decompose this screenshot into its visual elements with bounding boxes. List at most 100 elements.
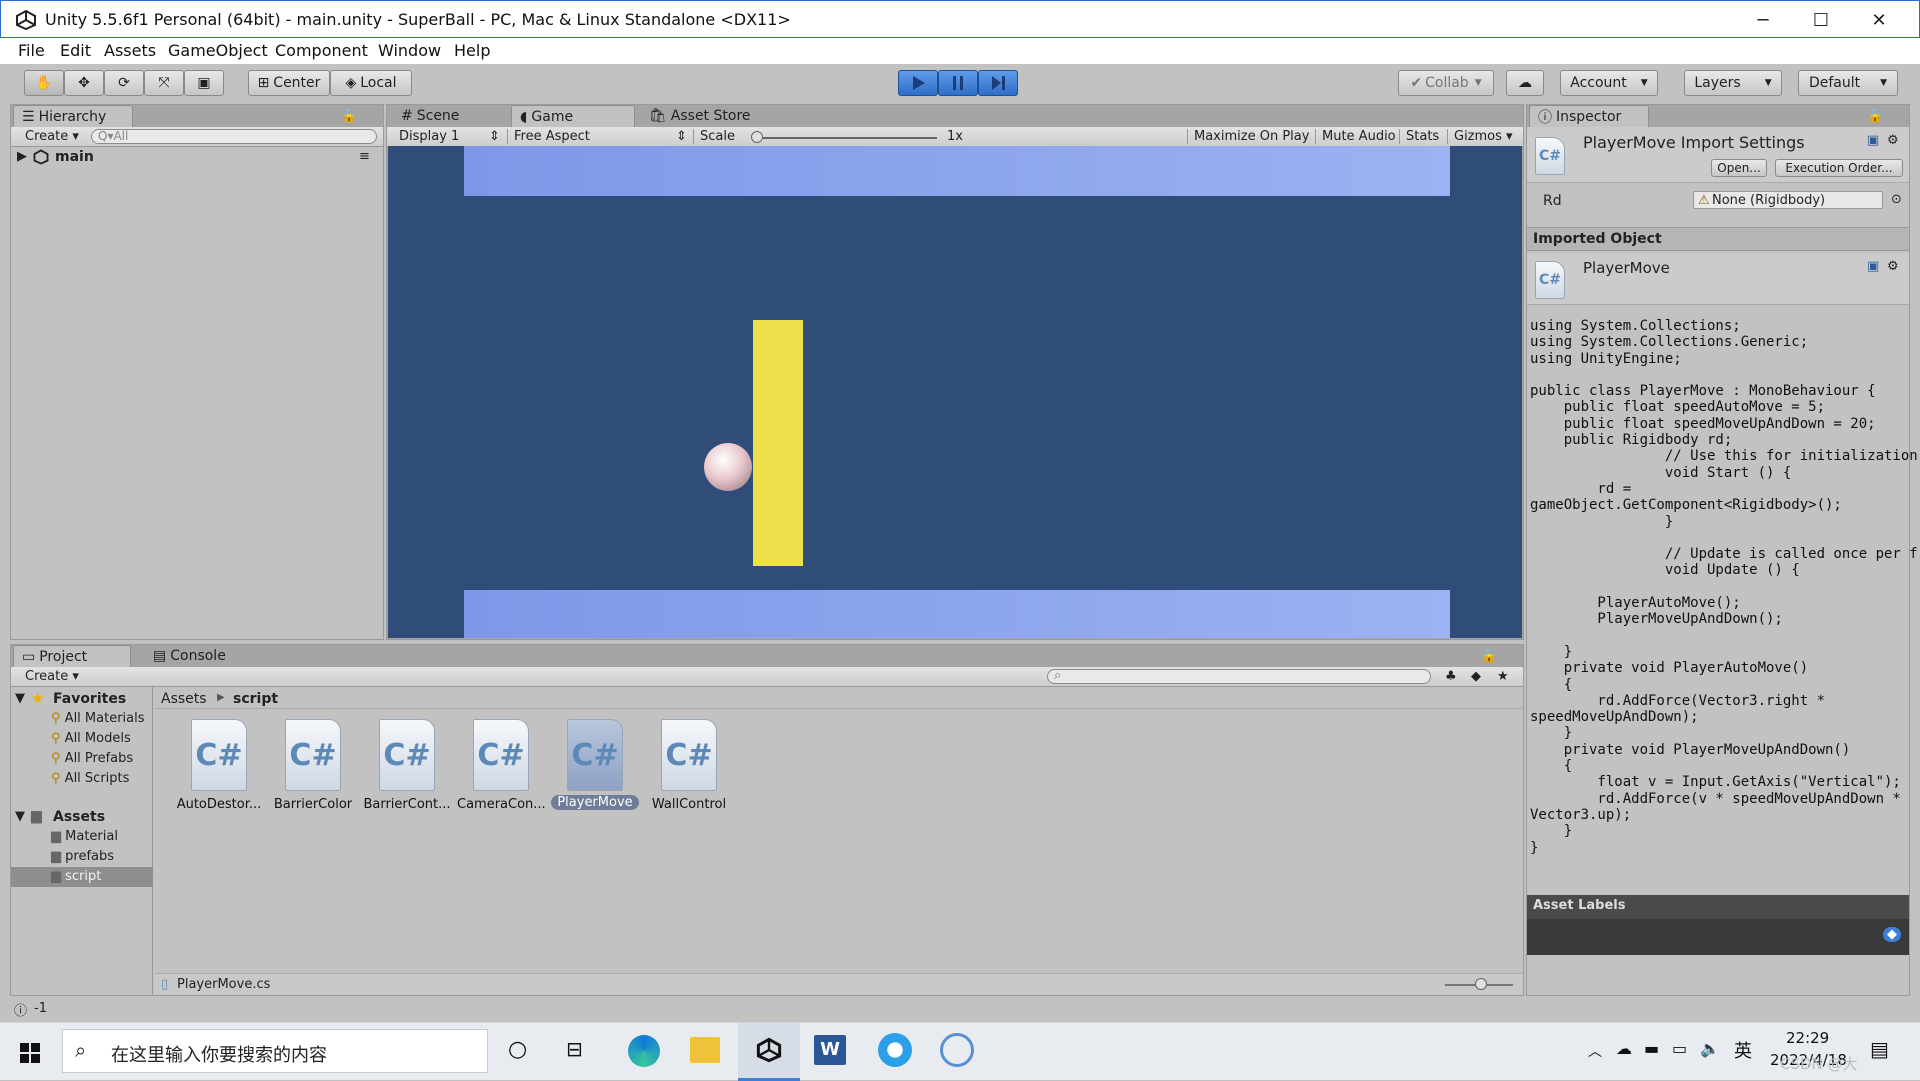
lock-icon[interactable]: 🔒 [341, 109, 357, 124]
expand-arrow-icon[interactable]: ▶ [17, 149, 27, 164]
task-view-icon[interactable]: ⊟ [566, 1037, 583, 1061]
menu-edit[interactable]: Edit [60, 41, 91, 60]
file-cameracontrol[interactable]: C# CameraCon... [457, 719, 545, 815]
file-autodestroy[interactable]: C# AutoDestor... [175, 719, 263, 815]
tray-chevron-up-icon[interactable]: ︿ [1588, 1041, 1602, 1061]
network-icon[interactable]: ▭ [1672, 1039, 1687, 1058]
windows-start-icon[interactable] [20, 1043, 40, 1063]
battery-icon[interactable]: ▬ [1644, 1039, 1659, 1058]
favorite-all-prefabs[interactable]: ⚲ All Prefabs [51, 751, 133, 766]
breadcrumb-root[interactable]: Assets [161, 691, 207, 707]
stats-toggle[interactable]: Stats [1399, 129, 1439, 144]
folder-prefabs[interactable]: ▆ prefabs [51, 849, 114, 864]
close-button[interactable]: ✕ [1850, 1, 1908, 39]
help-book-icon[interactable]: ▣ [1867, 259, 1879, 274]
search-icon: ⌕ [75, 1038, 87, 1062]
scale-tool-icon[interactable]: ⤧ [144, 70, 184, 96]
tab-asset-store[interactable]: 🛍 Asset Store [641, 105, 771, 127]
expand-arrow-icon[interactable]: ▼ [15, 809, 25, 824]
ime-indicator[interactable]: 英 [1734, 1037, 1752, 1063]
layers-dropdown[interactable]: Layers ▼ [1684, 70, 1782, 96]
lock-icon[interactable]: 🔒 [1867, 109, 1883, 124]
minimize-button[interactable]: ─ [1734, 1, 1792, 39]
volume-icon[interactable]: 🔈 [1700, 1039, 1720, 1058]
tab-scene[interactable]: # Scene [393, 105, 493, 127]
hierarchy-scene-row[interactable]: ▶ main ≡ [11, 147, 383, 167]
menu-file[interactable]: File [18, 41, 45, 60]
account-dropdown[interactable]: Account ▼ [1560, 70, 1658, 96]
tag-icon[interactable]: ◆ [1883, 927, 1901, 942]
favorite-all-models[interactable]: ⚲ All Models [51, 731, 131, 746]
clock-time[interactable]: 22:29 [1786, 1029, 1829, 1047]
filter-type-icon[interactable]: ♣ [1445, 669, 1457, 684]
game-viewport[interactable] [388, 146, 1522, 638]
tab-project[interactable]: ▭ Project [13, 645, 131, 667]
file-barriercontrol[interactable]: C# BarrierCont... [363, 719, 451, 815]
filter-label-icon[interactable]: ◆ [1471, 669, 1481, 684]
favorite-all-materials[interactable]: ⚲ All Materials [51, 711, 145, 726]
taskbar-unity-app[interactable] [738, 1023, 800, 1081]
menu-gameobject[interactable]: GameObject [168, 41, 268, 60]
layout-dropdown[interactable]: Default ▼ [1798, 70, 1898, 96]
rect-tool-icon[interactable]: ▣ [184, 70, 224, 96]
word-app-icon[interactable]: W [814, 1035, 846, 1065]
tab-hierarchy[interactable]: ☰ Hierarchy [13, 105, 133, 127]
project-search-input[interactable]: ⌕ [1047, 668, 1431, 684]
tab-console[interactable]: ▤ Console [145, 645, 245, 667]
scene-menu-icon[interactable]: ≡ [359, 149, 370, 164]
hand-tool-icon[interactable]: ✋ [24, 70, 64, 96]
gizmos-dropdown[interactable]: Gizmos ▾ [1447, 129, 1513, 144]
edge-browser-icon[interactable] [628, 1035, 660, 1067]
execution-order-button[interactable]: Execution Order... [1775, 159, 1903, 177]
collab-dropdown[interactable]: ✔ Collab ▼ [1398, 70, 1494, 96]
cortana-icon[interactable]: ○ [508, 1037, 527, 1062]
maximize-on-play-toggle[interactable]: Maximize On Play [1187, 129, 1309, 144]
favorite-star-icon[interactable]: ★ [1497, 669, 1509, 684]
folder-script[interactable]: ▆ script [51, 869, 101, 884]
object-picker-icon[interactable]: ⊙ [1891, 192, 1902, 207]
rd-object-field[interactable]: ⚠ None (Rigidbody) [1693, 191, 1883, 209]
pivot-center-button[interactable]: ⊞ Center [248, 70, 330, 96]
gear-icon[interactable]: ⚙ [1887, 133, 1899, 148]
project-create-button[interactable]: Create ▾ [25, 669, 79, 684]
taskbar-search-input[interactable]: ⌕ 在这里输入你要搜索的内容 [62, 1029, 488, 1073]
tab-inspector[interactable]: ⓘ Inspector [1529, 105, 1649, 127]
notification-icon[interactable]: ▤ [1870, 1037, 1889, 1061]
tab-game[interactable]: ◖ Game [511, 105, 635, 127]
app-swirl-icon[interactable] [940, 1033, 974, 1067]
menu-component[interactable]: Component [275, 41, 368, 60]
scale-slider-thumb[interactable] [751, 131, 763, 143]
file-barriercolor[interactable]: C# BarrierColor [269, 719, 357, 815]
gear-icon[interactable]: ⚙ [1887, 259, 1899, 274]
onedrive-cloud-icon[interactable]: ☁ [1616, 1039, 1632, 1058]
menu-help[interactable]: Help [454, 41, 490, 60]
lock-icon[interactable]: 🔒 [1481, 649, 1497, 664]
file-wallcontrol[interactable]: C# WallControl [645, 719, 733, 815]
move-tool-icon[interactable]: ✥ [64, 70, 104, 96]
hierarchy-search-input[interactable]: Q▾All [91, 129, 377, 144]
maximize-button[interactable]: ☐ [1792, 1, 1850, 39]
open-button[interactable]: Open... [1711, 159, 1767, 177]
help-book-icon[interactable]: ▣ [1867, 133, 1879, 148]
play-button[interactable] [898, 70, 938, 96]
mute-audio-toggle[interactable]: Mute Audio [1315, 129, 1396, 144]
file-playermove[interactable]: C# PlayerMove [551, 719, 639, 815]
space-local-button[interactable]: ◈ Local [330, 70, 412, 96]
browser-app-icon[interactable] [878, 1033, 912, 1067]
rotate-tool-icon[interactable]: ⟳ [104, 70, 144, 96]
display-dropdown[interactable]: Display 1 ⇕ [399, 129, 500, 144]
scale-slider-track[interactable] [755, 137, 937, 139]
pause-button[interactable] [938, 70, 978, 96]
breadcrumb-current[interactable]: script [233, 691, 278, 707]
aspect-dropdown[interactable]: Free Aspect ⇕ [507, 129, 687, 144]
menu-window[interactable]: Window [378, 41, 441, 60]
cloud-button[interactable]: ☁ [1506, 70, 1544, 96]
folder-material[interactable]: ▆ Material [51, 829, 118, 844]
favorite-all-scripts[interactable]: ⚲ All Scripts [51, 771, 129, 786]
menu-assets[interactable]: Assets [104, 41, 156, 60]
hierarchy-create-button[interactable]: Create ▾ [25, 129, 79, 144]
step-button[interactable] [978, 70, 1018, 96]
file-explorer-icon[interactable] [690, 1037, 720, 1063]
expand-arrow-icon[interactable]: ▼ [15, 691, 25, 706]
icon-size-slider-thumb[interactable] [1475, 978, 1487, 990]
